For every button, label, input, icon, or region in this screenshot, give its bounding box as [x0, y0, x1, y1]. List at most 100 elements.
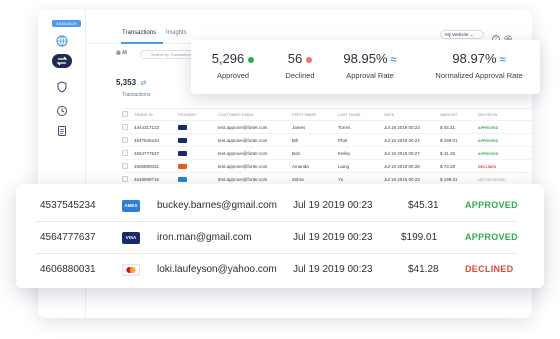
- zoomed-transactions-card: 4537545234 AMEX buckey.barnes@gmail.com …: [16, 184, 544, 288]
- decision-badge: APPROVED: [465, 232, 518, 242]
- table-row[interactable]: 4444317122 test.approve@forter.com James To…: [122, 120, 532, 134]
- amount: $ 73.28: [440, 163, 456, 169]
- decision: APPROVED: [478, 151, 499, 156]
- col-customer-email[interactable]: CUSTOMER EMAIL: [218, 108, 292, 121]
- transactions-icon[interactable]: [52, 54, 72, 68]
- stat-approved-label: Approved: [216, 71, 250, 80]
- table-row[interactable]: 4564777637 VISA iron.man@gmail.com Jul 1…: [16, 222, 544, 254]
- first-name: Bill: [292, 137, 299, 143]
- stat-normalized-approval-rate: 98.97% ≈ Normalized Approval Rate: [427, 51, 531, 80]
- col-date[interactable]: DATE: [384, 108, 440, 121]
- row-checkbox[interactable]: [122, 162, 128, 169]
- filter-all-button[interactable]: ▦ All: [116, 50, 127, 56]
- history-icon[interactable]: [56, 104, 68, 116]
- col-payment[interactable]: PAYMENT: [178, 108, 218, 121]
- table-row[interactable]: 4537545234 AMEX buckey.barnes@gmail.com …: [16, 190, 544, 222]
- green-dot-icon: [248, 56, 255, 63]
- col-first-name[interactable]: FIRST NAME: [292, 108, 338, 121]
- col-amount[interactable]: AMOUNT: [440, 108, 478, 121]
- help-icon[interactable]: ?: [492, 30, 500, 43]
- table-row[interactable]: 4606880031 loki.laufeyson@yahoo.com Jul …: [16, 254, 544, 286]
- last-name: Yu: [338, 176, 344, 182]
- stat-normalized-rate-value: 98.97%: [452, 51, 497, 66]
- globe-icon[interactable]: [56, 34, 68, 47]
- visa-icon: VISA: [122, 232, 140, 244]
- last-name: Liang: [338, 163, 350, 169]
- col-trans-id[interactable]: TRANS ID: [134, 108, 178, 121]
- amount: $ 199.01: [440, 176, 458, 182]
- row-checkbox[interactable]: [122, 136, 128, 143]
- visa-icon: [178, 150, 187, 156]
- stat-declined-label: Declined: [285, 71, 315, 80]
- visa-icon: [178, 124, 187, 130]
- customer-email: loki.laufeyson@yahoo.com: [157, 264, 277, 275]
- tab-insights[interactable]: Insights: [166, 30, 187, 36]
- decision: APPROVED: [478, 125, 499, 130]
- decision: APPROVED: [478, 138, 499, 143]
- trans-id: 4537545234: [134, 137, 160, 143]
- trend-icon: ≈: [499, 54, 506, 66]
- amount: $ 45.31: [440, 124, 456, 130]
- trend-icon: ≈: [390, 54, 397, 66]
- col-last-name[interactable]: LAST NAME: [338, 108, 384, 121]
- transactions-table: TRANS ID PAYMENT CUSTOMER EMAIL FIRST NA…: [122, 108, 532, 186]
- customer-email: test.approve@forter.com: [218, 137, 268, 143]
- trans-id: 4548889716: [134, 176, 160, 182]
- transaction-date: Jul 19 2019 00:23: [293, 200, 373, 211]
- customer-email: test.approve@forter.com: [218, 150, 268, 156]
- customer-email: buckey.barnes@gmail.com: [157, 200, 278, 211]
- website-select[interactable]: My Website ⌄: [440, 30, 484, 39]
- customer-email: iron.man@gmail.com: [157, 232, 252, 243]
- paypal-icon: [178, 176, 187, 182]
- settings-icon[interactable]: [504, 30, 512, 43]
- amount: $ 199.01: [440, 137, 458, 143]
- stat-approved: 5,296 Approved: [204, 51, 262, 80]
- customer-email: test.approve@forter.com: [218, 124, 268, 130]
- date: Jul 19 2019 00:28: [384, 163, 420, 169]
- trans-id: 4564777637: [40, 232, 96, 243]
- topbar: Transactions Insights My Website ⌄ ?: [86, 10, 532, 44]
- decision: NOT REVIEWED: [478, 177, 506, 182]
- date: Jul 19 2019 00:24: [384, 137, 420, 143]
- table-row[interactable]: 4606880031 test.approve@forter.com Amanda L…: [122, 159, 532, 173]
- decision-badge: DECLINED: [465, 264, 514, 274]
- shield-icon[interactable]: [56, 80, 68, 93]
- stat-approval-rate-value: 98.95%: [343, 51, 388, 66]
- last-name: Phat: [338, 137, 348, 143]
- amount: $199.01: [401, 232, 438, 243]
- transactions-summary: 5,353 ⇄ Transactions: [116, 72, 196, 98]
- red-dot-icon: [306, 56, 313, 63]
- decision-badge: APPROVED: [465, 200, 518, 210]
- mastercard-icon: [122, 264, 140, 276]
- table-header-row: TRANS ID PAYMENT CUSTOMER EMAIL FIRST NA…: [122, 108, 532, 121]
- table-row[interactable]: 4537545234 test.approve@forter.com Bill Pha…: [122, 133, 532, 147]
- swap-icon: ⇄: [140, 80, 147, 87]
- amex-icon: AMEX: [122, 200, 140, 212]
- transaction-date: Jul 19 2019 00:23: [293, 232, 373, 243]
- transactions-summary-label: Transactions: [122, 92, 151, 98]
- last-name: Kelley: [338, 150, 351, 156]
- trans-id: 4537545234: [40, 200, 96, 211]
- select-all-checkbox[interactable]: [122, 111, 128, 117]
- filter-all-label: All: [121, 50, 128, 56]
- date: Jul 19 2019 00:23: [384, 124, 420, 130]
- trans-id: 4606880031: [134, 163, 160, 169]
- table-row[interactable]: 4564777637 test.approve@forter.com Bob Kell…: [122, 146, 532, 160]
- tab-transactions[interactable]: Transactions: [122, 30, 156, 36]
- stat-normalized-rate-label: Normalized Approval Rate: [435, 71, 523, 80]
- document-icon[interactable]: [56, 124, 68, 136]
- stat-declined: 56 Declined: [275, 51, 325, 80]
- first-name: Bob: [292, 150, 301, 156]
- row-checkbox[interactable]: [122, 149, 128, 156]
- customer-email: test.approve@forter.com: [218, 163, 268, 169]
- stats-card: 5,296 Approved 56 Declined 98.95% ≈ Appro…: [191, 40, 540, 94]
- col-decision[interactable]: DECISION: [478, 108, 532, 121]
- trans-id: 4444317122: [134, 124, 160, 130]
- stat-declined-value: 56: [287, 51, 303, 66]
- date: Jul 19 2019 00:27: [384, 150, 420, 156]
- transactions-count: 5,353: [116, 78, 137, 87]
- visa-icon: [178, 137, 187, 143]
- row-checkbox[interactable]: [122, 175, 128, 182]
- row-checkbox[interactable]: [122, 123, 128, 130]
- stage: SANDBOX Transactions Insights My Website…: [0, 0, 560, 339]
